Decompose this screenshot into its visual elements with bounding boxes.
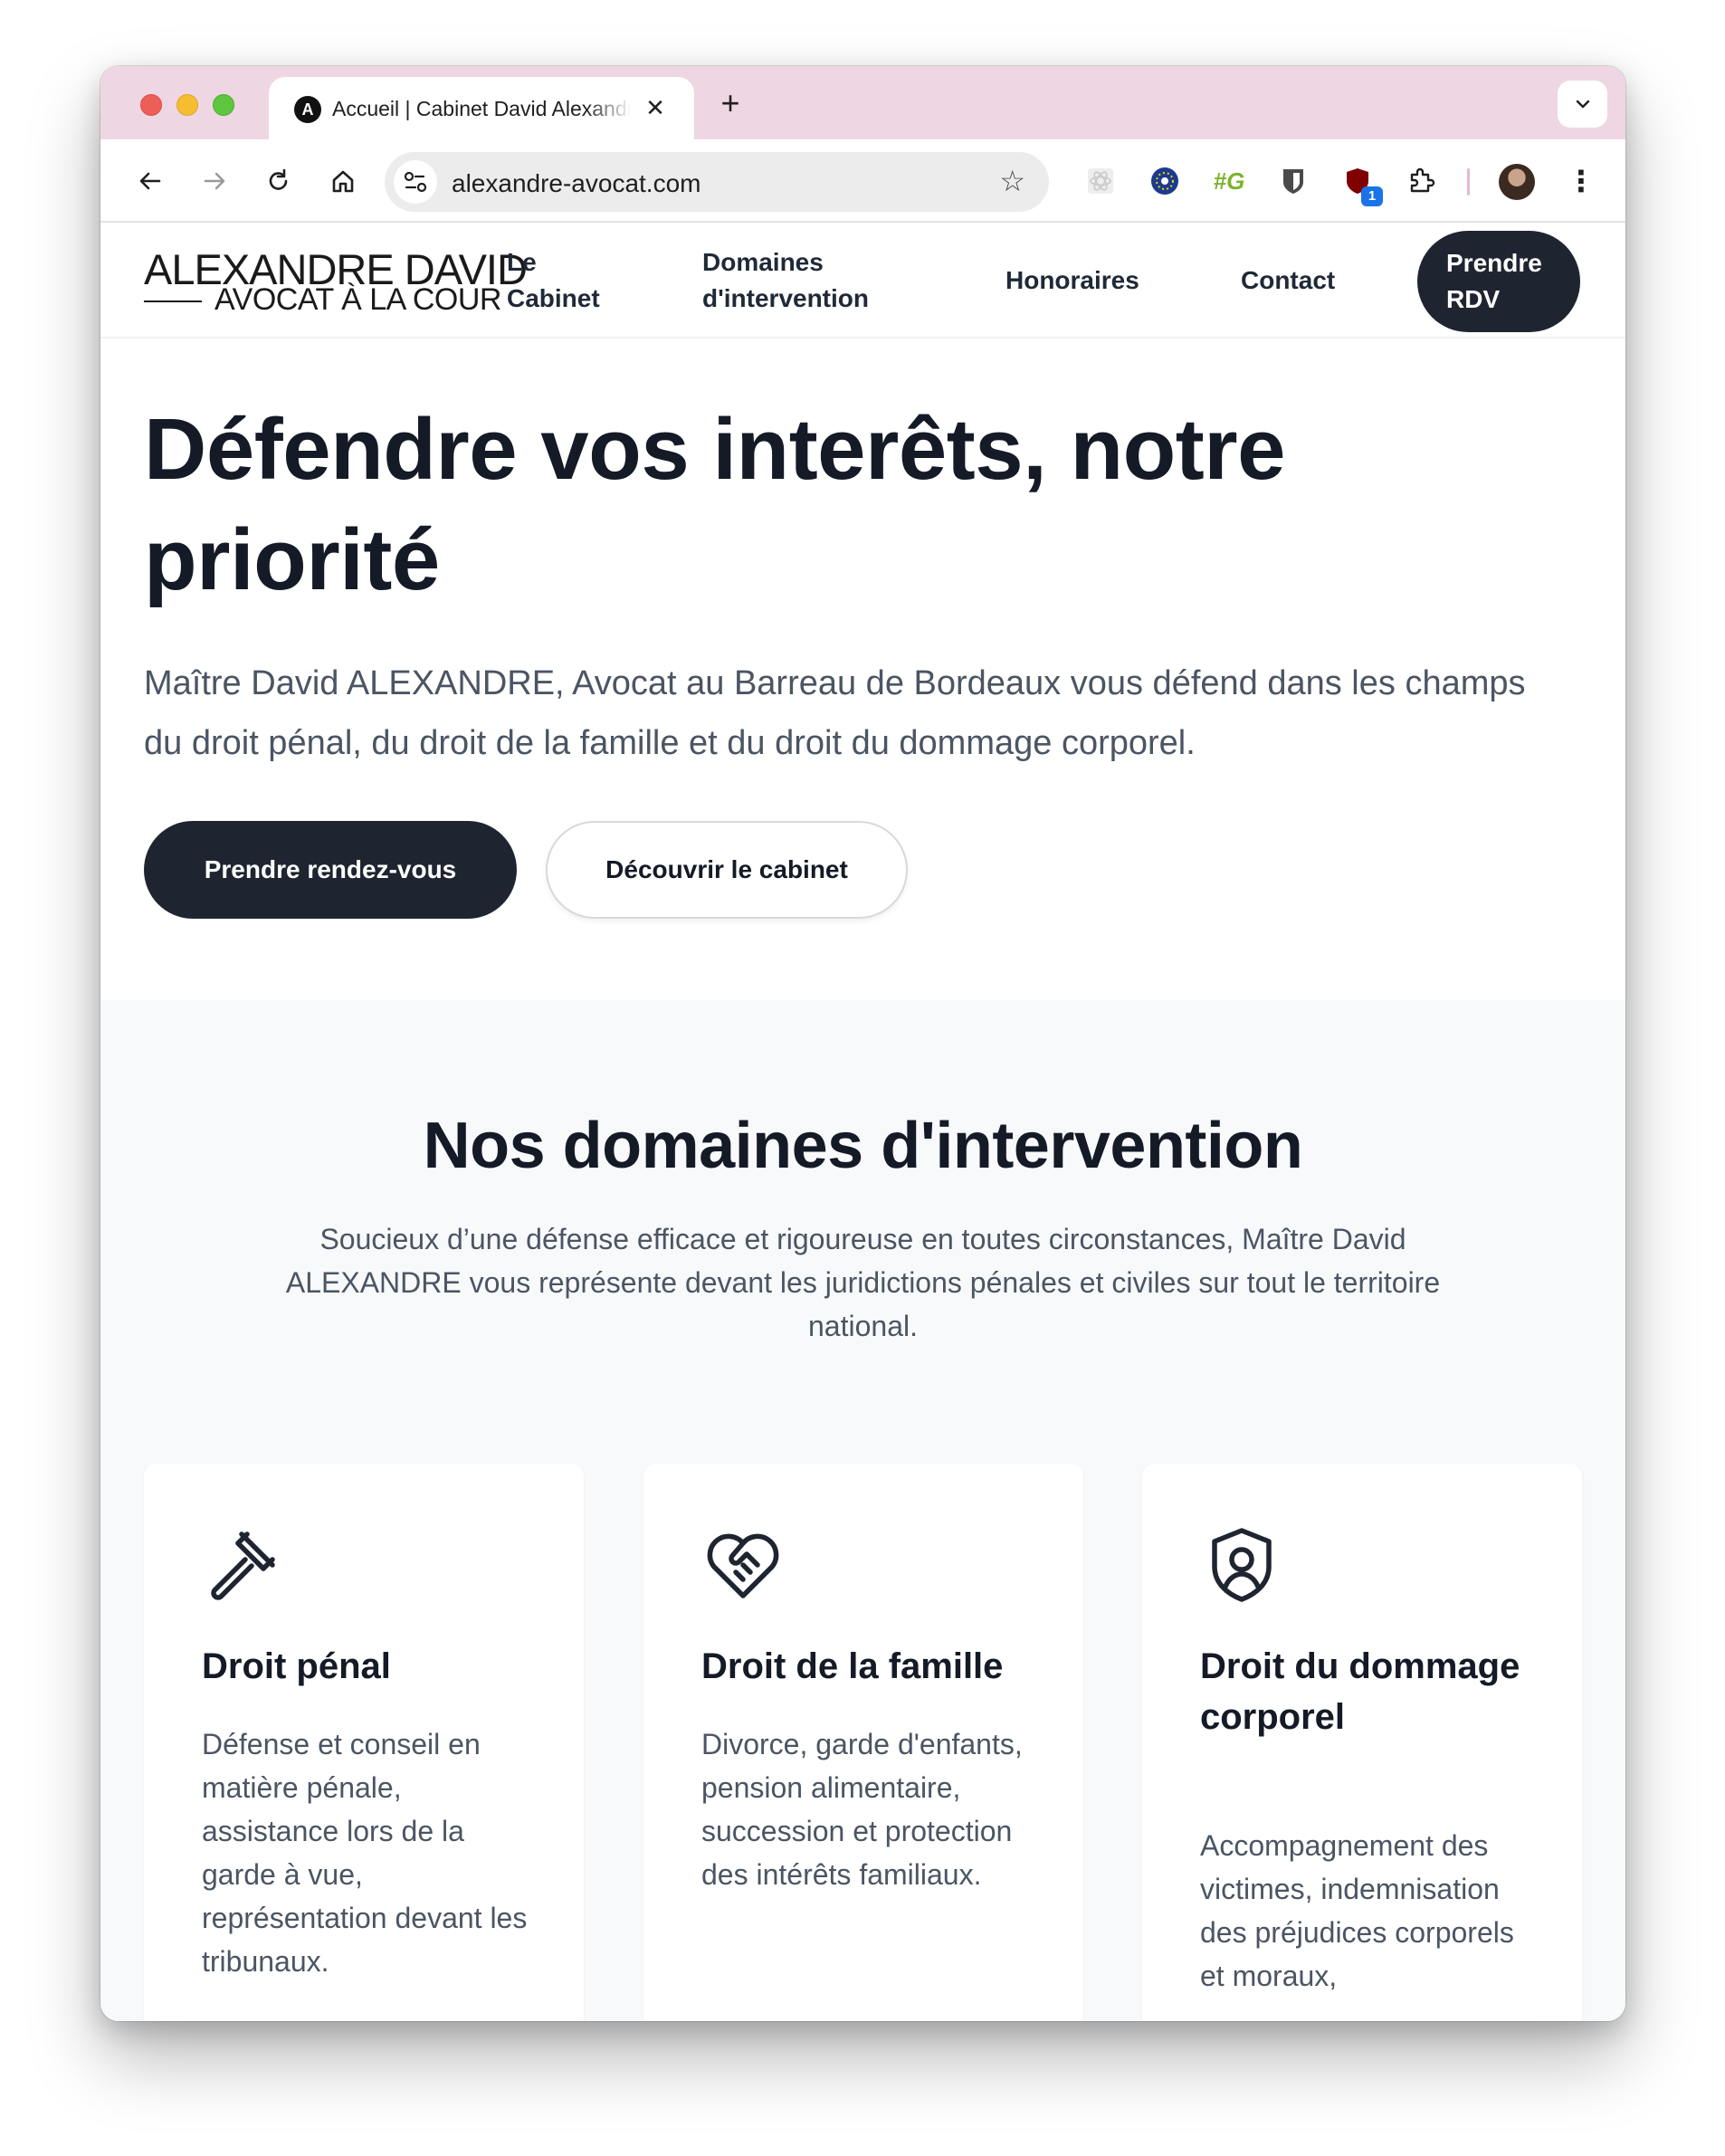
domain-card-penal[interactable]: Droit pénal Défense et conseil en matièr…: [144, 1464, 584, 2021]
hero-title: Défendre vos interêts, notre priorité: [144, 401, 1286, 608]
card-title: Droit pénal: [202, 1646, 391, 1686]
extension-badge: 1: [1361, 186, 1383, 206]
site-logo[interactable]: ALEXANDRE DAVID AVOCAT À LA COUR: [144, 244, 528, 317]
site-header: ALEXANDRE DAVID AVOCAT À LA COUR Le Cabi…: [100, 223, 1625, 339]
prendre-rendez-vous-button[interactable]: Prendre rendez-vous: [144, 821, 517, 919]
nav-honoraires[interactable]: Honoraires: [1005, 262, 1139, 299]
domains-text: Soucieux d’une défense efficace et rigou…: [285, 1223, 1441, 1342]
site-settings-icon[interactable]: [394, 160, 437, 204]
logo-rule: [144, 301, 202, 302]
bookmark-star-icon[interactable]: ☆: [999, 165, 1025, 197]
browser-toolbar: alexandre-avocat.com ☆ #G 1 ⋮: [100, 139, 1625, 223]
maximize-window-button[interactable]: [213, 94, 234, 116]
card-title: Droit de la famille: [701, 1646, 1004, 1686]
react-devtools-extension-icon[interactable]: [1082, 163, 1119, 199]
card-text: Accompagnement des victimes, indemnisati…: [1200, 1829, 1514, 1992]
card-text: Divorce, garde d'enfants, pension alimen…: [701, 1728, 1023, 1891]
tab-strip: A Accueil | Cabinet David Alexandre ✕ +: [100, 66, 1625, 139]
back-arrow-icon[interactable]: [132, 163, 168, 199]
new-tab-plus-icon[interactable]: +: [712, 86, 748, 122]
ublock-extension-icon[interactable]: 1: [1339, 163, 1383, 206]
eu-extension-icon[interactable]: [1147, 163, 1183, 199]
card-text: Défense et conseil en matière pénale, as…: [202, 1728, 528, 1978]
nav-le-cabinet[interactable]: Le Cabinet: [507, 244, 600, 317]
reload-icon[interactable]: [261, 163, 297, 199]
close-window-button[interactable]: [140, 94, 162, 116]
hashtag-extension-icon[interactable]: #G: [1211, 163, 1247, 199]
browser-menu-icon[interactable]: ⋮: [1567, 163, 1596, 199]
web-page: ALEXANDRE DAVID AVOCAT À LA COUR Le Cabi…: [100, 223, 1625, 2021]
home-icon[interactable]: [325, 163, 361, 199]
forward-arrow-icon[interactable]: [196, 163, 233, 199]
domain-card-famille[interactable]: Droit de la famille Divorce, garde d'enf…: [643, 1464, 1083, 2021]
domains-title: Nos domaines d'intervention: [423, 1110, 1303, 1182]
tab-close-icon[interactable]: ✕: [640, 92, 671, 123]
tab-search-chevron-icon[interactable]: [1558, 81, 1607, 128]
tab-title: Accueil | Cabinet David Alexandre: [332, 97, 631, 120]
extensions-puzzle-icon[interactable]: [1404, 163, 1440, 199]
nav-contact[interactable]: Contact: [1241, 262, 1335, 299]
domains-section: Nos domaines d'intervention Soucieux d’u…: [100, 1000, 1625, 2021]
gavel-icon: [202, 1523, 285, 1607]
address-bar[interactable]: alexandre-avocat.com ☆: [385, 152, 1049, 212]
browser-window: A Accueil | Cabinet David Alexandre ✕ + …: [100, 66, 1625, 2021]
nav-prendre-rdv-button[interactable]: Prendre RDV: [1417, 231, 1580, 332]
nav-domaines[interactable]: Domaines d'intervention: [702, 244, 892, 317]
url-text: alexandre-avocat.com: [452, 169, 701, 197]
domain-card-dommage-corporel[interactable]: Droit du dommage corporel Accompagnement…: [1142, 1464, 1582, 2021]
card-title: Droit du dommage corporel: [1200, 1646, 1520, 1737]
heart-handshake-icon: [701, 1523, 785, 1607]
profile-avatar[interactable]: [1499, 164, 1535, 200]
shield-user-icon: [1200, 1523, 1283, 1607]
bitwarden-extension-icon[interactable]: [1275, 163, 1311, 199]
hero-text: Maître David ALEXANDRE, Avocat au Barrea…: [144, 664, 1526, 762]
toolbar-separator: [1467, 168, 1470, 196]
minimize-window-button[interactable]: [176, 94, 198, 116]
logo-subtitle: AVOCAT À LA COUR: [214, 282, 501, 317]
site-favicon-icon: A: [294, 96, 321, 123]
decouvrir-cabinet-button[interactable]: Découvrir le cabinet: [546, 821, 908, 919]
browser-tab-active[interactable]: A Accueil | Cabinet David Alexandre ✕: [269, 77, 694, 139]
